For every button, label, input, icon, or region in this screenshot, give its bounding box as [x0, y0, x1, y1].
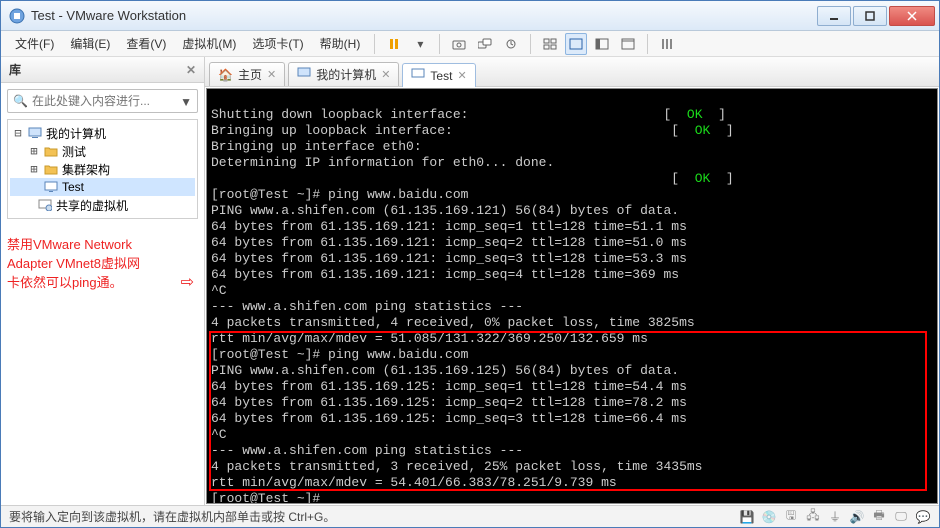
folder-icon	[43, 143, 59, 159]
arrow-icon: ⇨	[181, 273, 194, 292]
view-thumbnails-icon[interactable]	[539, 33, 561, 55]
tree-label: 集群架构	[62, 161, 110, 178]
computer-icon	[27, 125, 43, 141]
tree-label: 共享的虚拟机	[56, 197, 128, 214]
dropdown-icon[interactable]: ▾	[409, 33, 431, 55]
vm-icon	[411, 68, 425, 83]
titlebar: Test - VMware Workstation	[1, 1, 939, 31]
menu-vm[interactable]: 虚拟机(M)	[174, 33, 244, 54]
snapshot-icon[interactable]	[448, 33, 470, 55]
terminal[interactable]: Shutting down loopback interface: [ OK ]…	[206, 88, 938, 504]
collapse-icon[interactable]: ⊟	[12, 126, 24, 140]
tab-close-icon[interactable]: ✕	[381, 68, 390, 81]
window-title: Test - VMware Workstation	[31, 8, 815, 23]
device-net-icon[interactable]: 🖧	[805, 509, 821, 525]
main-area: 🏠 主页 ✕ 我的计算机 ✕ Test ✕ Shutting down loop…	[205, 57, 939, 505]
menu-file[interactable]: 文件(F)	[7, 33, 62, 54]
statusbar: 要将输入定向到该虚拟机，请在虚拟机内部单击或按 Ctrl+G。 💾 💿 🖫 🖧 …	[1, 505, 939, 527]
computer-icon	[297, 67, 311, 82]
device-sound-icon[interactable]: 🔊	[849, 509, 865, 525]
sidebar-close-icon[interactable]: ✕	[186, 63, 196, 77]
vm-icon	[43, 179, 59, 195]
minimize-button[interactable]	[817, 6, 851, 26]
tree-label: 测试	[62, 143, 86, 160]
app-window: Test - VMware Workstation 文件(F) 编辑(E) 查看…	[0, 0, 940, 528]
tree-label: 我的计算机	[46, 125, 106, 142]
shared-vm-icon	[37, 197, 53, 213]
tab-close-icon[interactable]: ✕	[457, 69, 466, 82]
tree-label: Test	[62, 180, 84, 194]
folder-icon	[43, 161, 59, 177]
device-floppy-icon[interactable]: 🖫	[783, 509, 799, 525]
separator	[374, 34, 375, 54]
menu-edit[interactable]: 编辑(E)	[62, 33, 118, 54]
sidebar-search: 🔍 ▼	[7, 89, 198, 113]
message-icon[interactable]: 💬	[915, 509, 931, 525]
app-icon	[9, 8, 25, 24]
separator	[530, 34, 531, 54]
sidebar-title: 库	[9, 61, 21, 78]
tree-folder-test1[interactable]: ⊞ 测试	[10, 142, 195, 160]
tree-folder-cluster[interactable]: ⊞ 集群架构	[10, 160, 195, 178]
tree-root[interactable]: ⊟ 我的计算机	[10, 124, 195, 142]
search-input[interactable]	[7, 89, 198, 113]
expand-icon[interactable]: ⊞	[28, 144, 40, 158]
menu-view[interactable]: 查看(V)	[118, 33, 174, 54]
tab-home[interactable]: 🏠 主页 ✕	[209, 62, 285, 86]
device-disk-icon[interactable]: 💾	[739, 509, 755, 525]
menu-help[interactable]: 帮助(H)	[312, 33, 369, 54]
device-display-icon[interactable]: 🖵	[893, 509, 909, 525]
annotation-note: 禁用VMware Network Adapter VMnet8虚拟网 卡依然可以…	[7, 235, 198, 292]
revert-icon[interactable]	[500, 33, 522, 55]
device-printer-icon[interactable]: 🖶	[871, 509, 887, 525]
device-cd-icon[interactable]: 💿	[761, 509, 777, 525]
expand-icon[interactable]: ⊞	[28, 162, 40, 176]
note-line: Adapter VMnet8虚拟网	[7, 254, 198, 273]
tab-label: Test	[430, 69, 452, 83]
view-unity-icon[interactable]	[591, 33, 613, 55]
sidebar: 库 ✕ 🔍 ▼ ⊟ 我的计算机 ⊞ 测试	[1, 57, 205, 505]
maximize-button[interactable]	[853, 6, 887, 26]
status-text: 要将输入定向到该虚拟机，请在虚拟机内部单击或按 Ctrl+G。	[9, 508, 335, 525]
device-usb-icon[interactable]: ⏚	[827, 509, 843, 525]
note-line: 禁用VMware Network	[7, 235, 198, 254]
tree-vm-test[interactable]: Test	[10, 178, 195, 196]
pause-icon[interactable]	[383, 33, 405, 55]
view-single-icon[interactable]	[565, 33, 587, 55]
tab-close-icon[interactable]: ✕	[267, 68, 276, 81]
tab-label: 主页	[238, 66, 262, 83]
menubar: 文件(F) 编辑(E) 查看(V) 虚拟机(M) 选项卡(T) 帮助(H) ▾	[1, 31, 939, 57]
note-line: 卡依然可以ping通。	[7, 273, 198, 292]
snapshot-manager-icon[interactable]	[474, 33, 496, 55]
separator	[439, 34, 440, 54]
sidebar-header: 库 ✕	[1, 57, 204, 83]
library-tree: ⊟ 我的计算机 ⊞ 测试 ⊞ 集群架构 Test	[7, 119, 198, 219]
library-icon[interactable]	[656, 33, 678, 55]
tab-label: 我的计算机	[316, 66, 376, 83]
tree-shared[interactable]: 共享的虚拟机	[10, 196, 195, 214]
home-icon: 🏠	[218, 68, 233, 82]
separator	[647, 34, 648, 54]
close-button[interactable]	[889, 6, 935, 26]
search-icon: 🔍	[13, 94, 28, 108]
search-dropdown-icon[interactable]: ▼	[180, 95, 192, 109]
menu-tabs[interactable]: 选项卡(T)	[244, 33, 311, 54]
fullscreen-icon[interactable]	[617, 33, 639, 55]
tabbar: 🏠 主页 ✕ 我的计算机 ✕ Test ✕	[205, 57, 939, 87]
tab-mypc[interactable]: 我的计算机 ✕	[288, 62, 399, 86]
tab-test[interactable]: Test ✕	[402, 63, 475, 87]
